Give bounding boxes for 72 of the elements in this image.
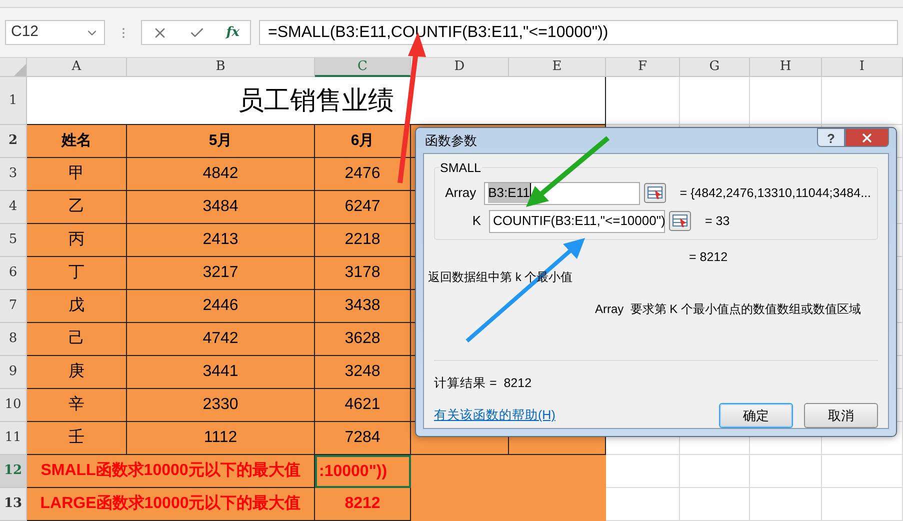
row-header[interactable]: 1 xyxy=(0,77,27,125)
table-cell: 3438 xyxy=(315,290,411,323)
header-cell: 6月 xyxy=(315,125,411,158)
table-cell: 2218 xyxy=(315,224,411,257)
close-button[interactable] xyxy=(845,128,889,147)
table-cell: 2330 xyxy=(127,389,315,422)
row-header[interactable]: 8 xyxy=(0,323,27,356)
table-cell: 壬 xyxy=(27,422,127,455)
formula-result: = 8212 xyxy=(689,248,729,266)
column-header[interactable]: D xyxy=(411,58,509,77)
argument-field[interactable]: COUNTIF(B3:E11,"<=10000") xyxy=(489,210,665,232)
table-cell: 2446 xyxy=(127,290,315,323)
argument-field[interactable]: B3:E11 xyxy=(484,182,640,204)
row-header[interactable]: 4 xyxy=(0,191,27,224)
formula-field[interactable]: =SMALL(B3:E11,COUNTIF(B3:E11,"<=10000")) xyxy=(259,20,898,45)
table-cell: 1112 xyxy=(127,422,315,455)
help-button[interactable]: ? xyxy=(817,128,845,147)
column-header[interactable]: B xyxy=(127,58,315,77)
table-cell: 6247 xyxy=(315,191,411,224)
table-cell: 3248 xyxy=(315,356,411,389)
table-cell: 甲 xyxy=(27,158,127,191)
row-header[interactable]: 5 xyxy=(0,224,27,257)
table-cell: 7284 xyxy=(315,422,411,455)
argument-help: Array 要求第 K 个最小值点的数值数组或数值区域 xyxy=(595,301,862,318)
row-header[interactable]: 7 xyxy=(0,290,27,323)
column-header[interactable]: E xyxy=(509,58,606,77)
table-cell: 2476 xyxy=(315,158,411,191)
argument-label: Array xyxy=(444,184,478,202)
table-cell: 2413 xyxy=(127,224,315,257)
argument-label: K xyxy=(471,212,482,230)
table-cell: 乙 xyxy=(27,191,127,224)
name-box[interactable]: C12 xyxy=(5,20,105,45)
drag-handle-icon[interactable] xyxy=(122,26,124,38)
table-cell: 3628 xyxy=(315,323,411,356)
insert-function-button[interactable]: fx xyxy=(226,22,240,42)
row-header[interactable]: 12 xyxy=(0,455,27,488)
dialog-title: 函数参数 xyxy=(425,132,477,150)
row-header[interactable]: 13 xyxy=(0,488,27,521)
header-cell: 5月 xyxy=(127,125,315,158)
calculation-result: 计算结果 = 8212 xyxy=(434,375,533,392)
table-cell: 戊 xyxy=(27,290,127,323)
argument-result: = {4842,2476,13310,11044;3484... xyxy=(680,184,871,202)
table-cell: 4842 xyxy=(127,158,315,191)
table-cell: 4621 xyxy=(315,389,411,422)
help-link[interactable]: 有关该函数的帮助(H) xyxy=(434,406,556,425)
table-cell: 3441 xyxy=(127,356,315,389)
header-cell: 姓名 xyxy=(27,125,127,158)
table-cell: 丁 xyxy=(27,257,127,290)
column-header[interactable]: A xyxy=(27,58,127,77)
table-cell: 己 xyxy=(27,323,127,356)
row-header[interactable]: 6 xyxy=(0,257,27,290)
close-icon[interactable] xyxy=(860,130,874,144)
table-cell: LARGE函数求10000元以下的最大值 xyxy=(27,488,315,521)
table-cell: 辛 xyxy=(27,389,127,422)
dialog-button[interactable]: 确定 xyxy=(719,403,793,428)
row-header[interactable]: 11 xyxy=(0,422,27,455)
row-header[interactable]: 9 xyxy=(0,356,27,389)
table-cell: 3484 xyxy=(127,191,315,224)
table-cell: 3217 xyxy=(127,257,315,290)
row-header[interactable]: 2 xyxy=(0,125,27,158)
row-header[interactable]: 3 xyxy=(0,158,27,191)
table-cell: 3178 xyxy=(315,257,411,290)
dialog-button[interactable]: 取消 xyxy=(804,403,878,428)
argument-result: = 33 xyxy=(705,212,730,230)
column-header[interactable]: C xyxy=(315,58,411,77)
table-cell: SMALL函数求10000元以下的最大值 xyxy=(27,455,315,488)
table-cell: 丙 xyxy=(27,224,127,257)
row-header[interactable]: 10 xyxy=(0,389,27,422)
table-cell: 4742 xyxy=(127,323,315,356)
range-picker-icon[interactable] xyxy=(669,211,691,231)
range-picker-icon[interactable] xyxy=(644,183,666,203)
table-cell: 庚 xyxy=(27,356,127,389)
